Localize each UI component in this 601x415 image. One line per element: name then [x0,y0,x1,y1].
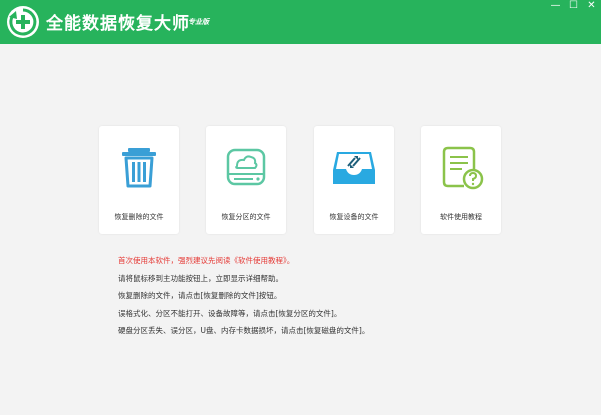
help-line: 请将鼠标移到主功能按钮上，立即显示详细帮助。 [118,273,283,283]
tutorial-warning-text: 首次使用本软件，强烈建议先阅读《软件使用教程》。 [118,256,295,265]
edition-badge: 专业版 [188,18,209,26]
recover-partition-files-button[interactable]: 恢复分区的文件 [206,126,286,234]
recover-deleted-files-button[interactable]: 恢复删除的文件 [99,126,179,234]
close-button[interactable]: ✕ [583,0,600,12]
card-label-recover-deleted: 恢复删除的文件 [114,213,164,221]
maximize-button[interactable]: ☐ [565,0,582,12]
card-label-recover-device: 恢复设备的文件 [329,213,379,221]
device-tray-icon [333,152,375,184]
help-notes: 首次使用本软件，强烈建议先阅读《软件使用教程》。 请将鼠标移到主功能按钮上，立即… [118,252,538,340]
title-bar: 全能数据恢复大师 专业版 — ☐ ✕ [0,0,601,44]
card-label-recover-partition: 恢复分区的文件 [221,213,271,221]
help-line: 硬盘分区丢失、误分区，U盘、内存卡数据损坏，请点击[恢复磁盘的文件]。 [118,326,370,335]
help-document-icon [442,146,484,190]
tutorial-button[interactable]: 软件使用教程 [421,126,501,234]
trash-icon [122,148,156,188]
card-label-tutorial: 软件使用教程 [440,213,482,221]
hard-drive-icon [226,148,266,186]
help-line: 误格式化、分区不能打开、设备故障等，请点击[恢复分区的文件]。 [118,308,342,318]
app-title: 全能数据恢复大师 [46,14,190,34]
help-line: 恢复删除的文件，请点击[恢复删除的文件]按钮。 [118,291,282,300]
minimize-button[interactable]: — [547,0,564,12]
recover-device-files-button[interactable]: 恢复设备的文件 [314,126,394,234]
app-logo-icon [7,6,39,38]
